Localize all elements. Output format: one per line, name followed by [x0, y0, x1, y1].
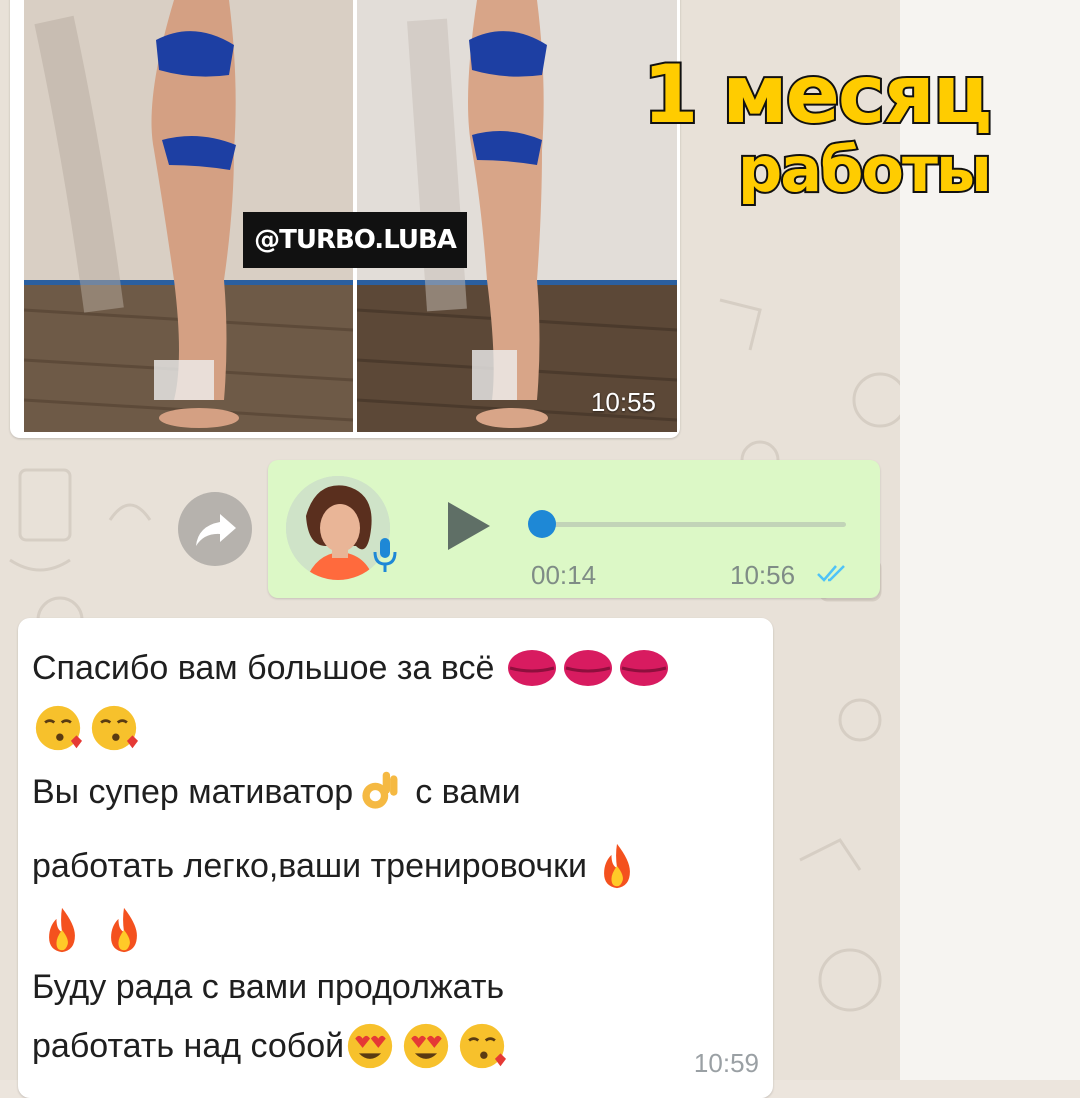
message-line-1: Спасибо вам большое за всё	[32, 644, 670, 692]
message-line-6: Буду рада с вами продолжать	[32, 968, 504, 1007]
message-text: Спасибо вам большое за всё	[32, 648, 495, 687]
caption-line-1: 1 месяц	[641, 48, 994, 141]
audio-duration: 00:14	[531, 560, 597, 590]
caption-line-2: работы	[736, 133, 994, 206]
message-text: Вы супер мативатор	[32, 772, 354, 811]
face-blowing-kiss-icon	[460, 1023, 507, 1069]
face-blowing-kiss-icon	[91, 705, 138, 751]
image-timestamp: 10:55	[590, 387, 656, 417]
voice-timestamp: 10:56	[730, 560, 796, 590]
message-text: работать легко,ваши тренировочки	[32, 846, 588, 885]
heart-eyes-icon	[348, 1023, 393, 1069]
kiss-mark-icon	[564, 650, 613, 686]
message-line-3: Вы супер мативатор с вами	[32, 768, 521, 816]
kiss-mark-icon	[508, 650, 557, 686]
face-blowing-kiss-icon	[35, 705, 82, 751]
play-icon[interactable]	[444, 500, 494, 552]
heart-eyes-icon	[404, 1023, 449, 1069]
text-message-bubble[interactable]: Спасибо вам большое за всё Вы супер мати…	[18, 618, 773, 1098]
message-line-7: работать над собой	[32, 1022, 508, 1070]
forward-button[interactable]	[178, 492, 252, 566]
audio-progress-knob[interactable]	[528, 510, 556, 538]
message-text: работать над собой	[32, 1026, 345, 1065]
fire-icon	[111, 907, 137, 953]
fire-icon	[49, 907, 75, 953]
mic-icon	[373, 538, 397, 572]
voice-message-bubble[interactable]: 00:14 10:56	[268, 460, 880, 598]
fire-icon	[604, 843, 630, 889]
audio-progress-track[interactable]	[532, 522, 846, 527]
message-line-2	[32, 704, 140, 752]
image-message-bubble[interactable]: @TURBO.LUBA 10:55	[10, 0, 680, 438]
forward-icon	[196, 514, 236, 546]
double-check-icon	[817, 565, 845, 582]
ok-hand-icon	[362, 771, 398, 809]
overlay-caption: 1 месяц работы	[620, 48, 994, 206]
message-text: с вами	[415, 772, 521, 811]
watermark-label: @TURBO.LUBA	[243, 212, 467, 268]
message-text: Буду рада с вами продолжать	[32, 968, 505, 1006]
kiss-mark-icon	[620, 650, 669, 686]
message-line-4: работать легко,ваши тренировочки	[32, 842, 643, 890]
message-line-5	[32, 906, 150, 954]
text-timestamp: 10:59	[693, 1048, 759, 1078]
